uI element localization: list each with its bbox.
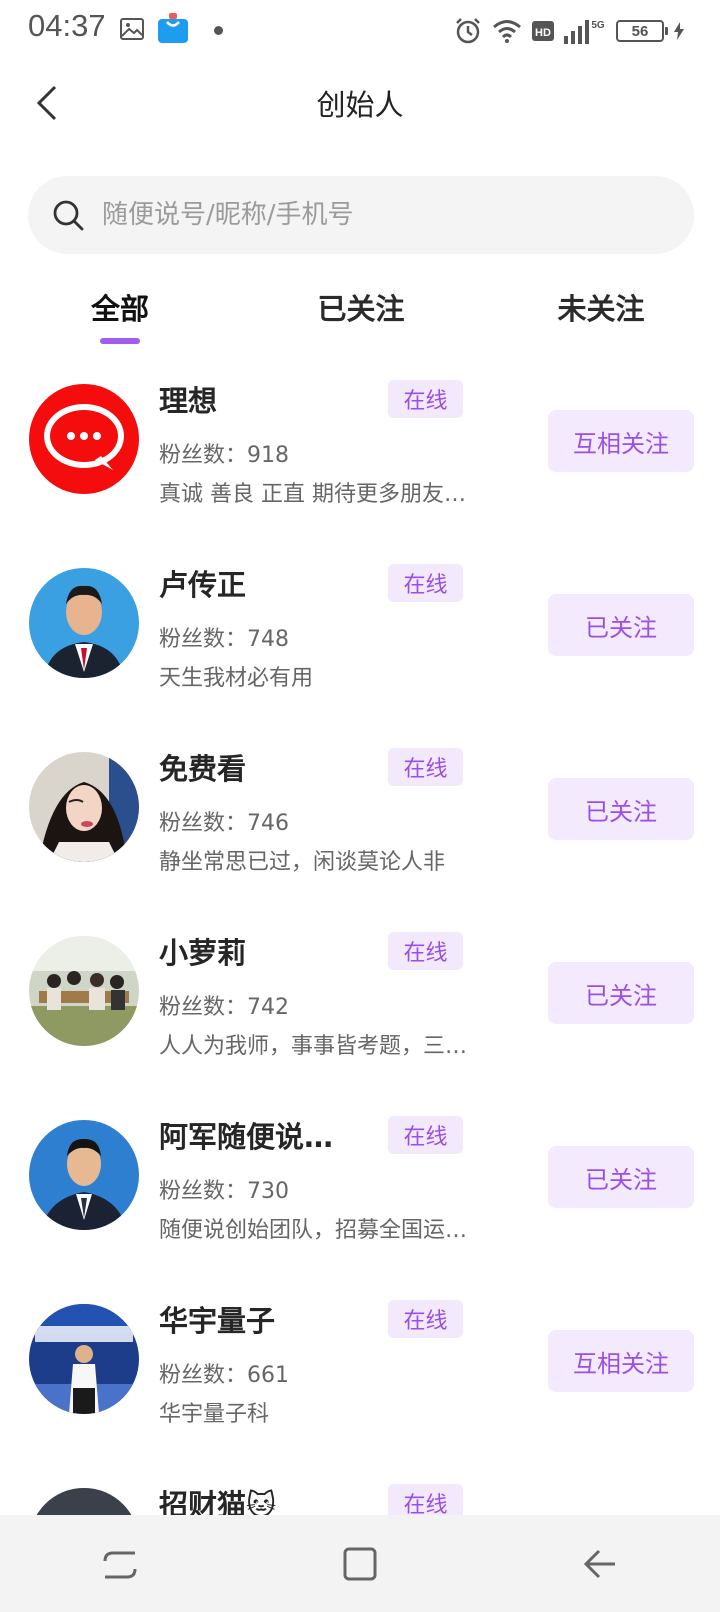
shopping-bag-notification-icon	[157, 12, 189, 44]
fans-value: 746	[247, 811, 290, 836]
list-item[interactable]: 小萝莉 在线 粉丝数：742 人人为我师，事事皆考题，三… 已关注	[0, 922, 720, 1106]
fans-value: 748	[247, 627, 290, 652]
alarm-icon	[454, 17, 482, 45]
gallery-notification-icon	[120, 18, 144, 40]
status-bar: 04:37 HD 5G 56	[0, 0, 720, 62]
nav-back-icon	[583, 1549, 615, 1578]
user-name: 卢传正	[159, 568, 247, 602]
user-bio: 华宇量子科	[159, 1402, 270, 1427]
search-bar[interactable]	[28, 176, 694, 254]
follow-button[interactable]: 已关注	[548, 778, 694, 840]
status-icons: HD 5G 56	[454, 14, 684, 48]
system-navigation-bar	[0, 1515, 720, 1612]
fans-label: 粉丝数：	[159, 1363, 248, 1388]
list-item[interactable]: 华宇量子 在线 粉丝数：661 华宇量子科 互相关注	[0, 1290, 720, 1474]
status-time: 04:37	[28, 8, 106, 43]
fans-value: 730	[247, 1179, 290, 1204]
page-title: 创始人	[316, 88, 404, 122]
tab-all[interactable]: 全部	[40, 286, 200, 328]
home-square-icon	[343, 1547, 377, 1580]
fans-count: 粉丝数：661	[159, 1357, 289, 1389]
notification-dot-icon	[214, 26, 223, 35]
fans-label: 粉丝数：	[159, 1179, 248, 1204]
user-name: 免费看	[159, 752, 247, 786]
fans-label: 粉丝数：	[159, 443, 248, 468]
fans-count: 粉丝数：748	[159, 621, 289, 653]
online-badge: 在线	[388, 1300, 463, 1338]
user-name: 华宇量子	[159, 1304, 276, 1338]
recent-apps-button[interactable]	[90, 1534, 150, 1594]
avatar[interactable]	[29, 752, 139, 862]
list-item[interactable]: 阿军随便说… 在线 粉丝数：730 随便说创始团队，招募全国运… 已关注	[0, 1106, 720, 1290]
avatar[interactable]	[29, 384, 139, 494]
header: 创始人	[0, 62, 720, 148]
online-badge: 在线	[388, 748, 463, 786]
user-bio: 静坐常思已过，闲谈莫论人非	[159, 850, 446, 875]
follow-button[interactable]: 已关注	[548, 962, 694, 1024]
follow-button[interactable]: 已关注	[548, 1146, 694, 1208]
fans-label: 粉丝数：	[159, 627, 248, 652]
recent-apps-icon	[103, 1551, 137, 1578]
fans-count: 粉丝数：746	[159, 805, 289, 837]
user-name: 小萝莉	[159, 936, 247, 970]
charging-icon	[674, 22, 684, 40]
home-button[interactable]	[330, 1534, 390, 1594]
follow-button[interactable]: 互相关注	[548, 1330, 694, 1392]
wifi-icon	[492, 19, 522, 43]
follow-button[interactable]: 已关注	[548, 594, 694, 656]
user-name: 阿军随便说…	[159, 1120, 334, 1154]
online-badge: 在线	[388, 564, 463, 602]
search-input[interactable]	[100, 199, 660, 231]
page: 04:37 HD 5G 56 创始人 随便说号/昵称/手机号 全部 已关注 未关…	[0, 0, 720, 1612]
active-tab-indicator	[100, 338, 140, 344]
list-item[interactable]: 免费看 在线 粉丝数：746 静坐常思已过，闲谈莫论人非 已关注	[0, 738, 720, 922]
avatar[interactable]	[29, 936, 139, 1046]
tab-unfollowed[interactable]: 未关注	[521, 286, 681, 328]
fans-count: 粉丝数：742	[159, 989, 289, 1021]
user-name: 理想	[159, 384, 218, 418]
avatar[interactable]	[29, 568, 139, 678]
svg-text:HD: HD	[535, 27, 551, 39]
svg-text:5G: 5G	[591, 20, 605, 31]
online-badge: 在线	[388, 1116, 463, 1154]
fans-value: 918	[247, 443, 290, 468]
list-item[interactable]: 理想 在线 粉丝数：918 真诚 善良 正直 期待更多朋友… 互相关注	[0, 370, 720, 554]
tab-followed[interactable]: 已关注	[281, 286, 441, 328]
search-icon	[52, 199, 84, 231]
battery-indicator: 56	[616, 20, 668, 42]
online-badge: 在线	[388, 380, 463, 418]
user-bio: 真诚 善良 正直 期待更多朋友…	[159, 482, 466, 507]
nav-back-button[interactable]	[570, 1534, 630, 1594]
fans-count: 粉丝数：918	[159, 437, 289, 469]
user-bio: 人人为我师，事事皆考题，三…	[159, 1034, 468, 1059]
fans-label: 粉丝数：	[159, 811, 248, 836]
avatar[interactable]	[29, 1304, 139, 1414]
fans-value: 742	[247, 995, 290, 1020]
user-bio: 天生我材必有用	[159, 666, 314, 691]
signal-5g-icon: 5G	[564, 18, 606, 44]
list-item[interactable]: 卢传正 在线 粉丝数：748 天生我材必有用 已关注	[0, 554, 720, 738]
fans-label: 粉丝数：	[159, 995, 248, 1020]
avatar[interactable]	[29, 1120, 139, 1230]
tab-bar: 全部 已关注 未关注	[0, 278, 720, 348]
follow-button[interactable]: 互相关注	[548, 410, 694, 472]
fans-value: 661	[247, 1363, 290, 1388]
hd-icon: HD	[532, 21, 554, 41]
user-bio: 随便说创始团队，招募全国运…	[159, 1218, 468, 1243]
online-badge: 在线	[388, 932, 463, 970]
fans-count: 粉丝数：730	[159, 1173, 289, 1205]
